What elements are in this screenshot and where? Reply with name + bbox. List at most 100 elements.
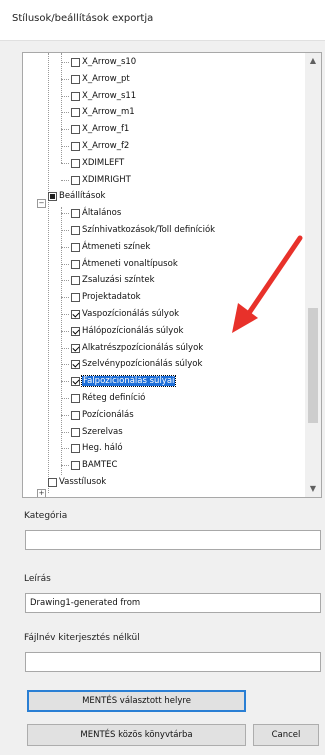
checkbox[interactable] xyxy=(71,58,80,67)
styles-tree[interactable]: − + X_Arrow_s10 X_Arrow_pt X_Arrow_s11 X_Ar… xyxy=(22,52,322,498)
checkbox[interactable] xyxy=(48,478,57,487)
checkbox[interactable] xyxy=(71,125,80,134)
tree-item[interactable]: Vaspozícionálás súlyok xyxy=(71,308,179,321)
tree-item[interactable]: Projektadatok xyxy=(71,291,141,304)
tree-scrollbar[interactable]: ▲ ▼ xyxy=(305,53,321,497)
tree-connector xyxy=(61,415,69,416)
kategoria-field[interactable] xyxy=(25,530,321,550)
tree-item[interactable]: XDIMLEFT xyxy=(71,157,124,170)
checkbox[interactable] xyxy=(71,92,80,101)
checkbox[interactable] xyxy=(71,444,80,453)
tree-guide-line xyxy=(48,53,49,493)
checkbox[interactable] xyxy=(71,461,80,470)
save-selected-button[interactable]: MENTÉS választott helyre xyxy=(27,690,246,712)
checkbox[interactable] xyxy=(71,394,80,403)
tree-item-label: Átmeneti vonaltípusok xyxy=(82,259,178,269)
checkbox[interactable] xyxy=(71,209,80,218)
tree-item[interactable]: X_Arrow_s10 xyxy=(71,56,136,69)
checkbox[interactable] xyxy=(48,192,57,201)
expand-vasstilusok-icon[interactable]: + xyxy=(37,489,46,497)
tree-item[interactable]: Alkatrészpozícionálás súlyok xyxy=(71,342,203,355)
checkbox[interactable] xyxy=(71,260,80,269)
checkbox[interactable] xyxy=(71,276,80,285)
tree-item[interactable]: Vasstílusok xyxy=(48,476,106,489)
checkbox[interactable] xyxy=(71,75,80,84)
tree-item-label: Vasstílusok xyxy=(59,477,107,487)
tree-item-label: Általános xyxy=(82,208,122,218)
tree-item[interactable]: Réteg definíció xyxy=(71,392,145,405)
tree-item[interactable]: X_Arrow_f1 xyxy=(71,123,129,136)
checkbox[interactable] xyxy=(71,176,80,185)
tree-item-label: X_Arrow_m1 xyxy=(82,107,135,117)
tree-item-label: Hálópozícionálás súlyok xyxy=(82,326,184,336)
tree-item[interactable]: Átmeneti vonaltípusok xyxy=(71,258,178,271)
tree-item[interactable]: Heg. háló xyxy=(71,442,123,455)
tree-item-label: Vaspozícionálás súlyok xyxy=(82,309,180,319)
checkbox[interactable] xyxy=(71,159,80,168)
scroll-thumb[interactable] xyxy=(308,308,318,423)
tree-item[interactable]: XDIMRIGHT xyxy=(71,174,131,187)
checkbox[interactable] xyxy=(71,411,80,420)
tree-item[interactable]: Általános xyxy=(71,207,121,220)
tree-connector xyxy=(61,398,69,399)
checkbox[interactable] xyxy=(71,226,80,235)
leiras-label: Leírás xyxy=(24,574,51,584)
kategoria-label: Kategória xyxy=(24,511,68,521)
tree-item-label: Falpozícionálás súlyai xyxy=(80,375,177,387)
checkbox[interactable] xyxy=(71,293,80,302)
scroll-up-icon[interactable]: ▲ xyxy=(305,53,321,69)
save-common-button[interactable]: MENTÉS közös könyvtárba xyxy=(27,724,246,746)
leiras-field[interactable]: Drawing1-generated from xyxy=(25,593,321,613)
tree-item-label: XDIMRIGHT xyxy=(82,175,131,185)
checkbox[interactable] xyxy=(71,360,80,369)
tree-connector xyxy=(61,96,69,97)
checkbox[interactable] xyxy=(71,108,80,117)
collapse-beallitasok-icon[interactable]: − xyxy=(37,199,46,208)
checkbox[interactable] xyxy=(71,428,80,437)
checkbox[interactable] xyxy=(71,142,80,151)
tree-connector xyxy=(61,448,69,449)
tree-item[interactable]: Szerelvas xyxy=(71,426,123,439)
tree-item[interactable]: Hálópozícionálás súlyok xyxy=(71,325,183,338)
checkbox[interactable] xyxy=(71,243,80,252)
tree-item[interactable]: Színhivatkozások/Toll definíciók xyxy=(71,224,215,237)
tree-connector xyxy=(61,264,69,265)
tree-item[interactable]: X_Arrow_pt xyxy=(71,73,130,86)
tree-item[interactable]: X_Arrow_f2 xyxy=(71,140,129,153)
checkbox[interactable] xyxy=(71,310,80,319)
tree-item[interactable]: Beállítások xyxy=(48,190,105,203)
tree-connector xyxy=(61,129,69,130)
tree-item[interactable]: X_Arrow_s11 xyxy=(71,90,136,103)
tree-connector xyxy=(61,381,69,382)
window-title: Stílusok/beállítások exportja xyxy=(12,13,154,24)
tree-item-label: BAMTEC xyxy=(82,460,118,470)
window-title-bar: Stílusok/beállítások exportja xyxy=(0,0,325,41)
tree-connector xyxy=(61,432,69,433)
tree-item-label: XDIMLEFT xyxy=(82,158,125,168)
tree-item[interactable]: Zsaluzási színtek xyxy=(71,274,155,287)
tree-item[interactable]: BAMTEC xyxy=(71,459,117,472)
checkbox[interactable] xyxy=(71,377,80,386)
tree-item-label: Színhivatkozások/Toll definíciók xyxy=(82,225,216,235)
tree-item-label: Projektadatok xyxy=(82,292,141,302)
tree-item-label: Alkatrészpozícionálás súlyok xyxy=(82,343,204,353)
checkbox[interactable] xyxy=(71,327,80,336)
tree-item[interactable]: Pozícionálás xyxy=(71,409,134,422)
cancel-button[interactable]: Cancel xyxy=(253,724,319,746)
tree-item[interactable]: X_Arrow_m1 xyxy=(71,106,135,119)
fajlnev-field[interactable] xyxy=(25,652,321,672)
tree-item[interactable]: Szelvénypozícionálás súlyok xyxy=(71,358,202,371)
tree-connector xyxy=(61,280,69,281)
tree-item-label: Szelvénypozícionálás súlyok xyxy=(82,359,203,369)
tree-connector xyxy=(61,247,69,248)
tree-item-label: X_Arrow_pt xyxy=(82,74,130,84)
tree-item-label: X_Arrow_f2 xyxy=(82,141,130,151)
tree-item-label: Heg. háló xyxy=(82,443,123,453)
checkbox[interactable] xyxy=(71,344,80,353)
scroll-down-icon[interactable]: ▼ xyxy=(305,481,321,497)
tree-item-label: X_Arrow_s10 xyxy=(82,57,137,67)
tree-connector xyxy=(61,348,69,349)
tree-item[interactable]: Falpozícionálás súlyai xyxy=(71,375,177,388)
tree-item[interactable]: Átmeneti színek xyxy=(71,241,150,254)
tree-connector xyxy=(61,180,69,181)
